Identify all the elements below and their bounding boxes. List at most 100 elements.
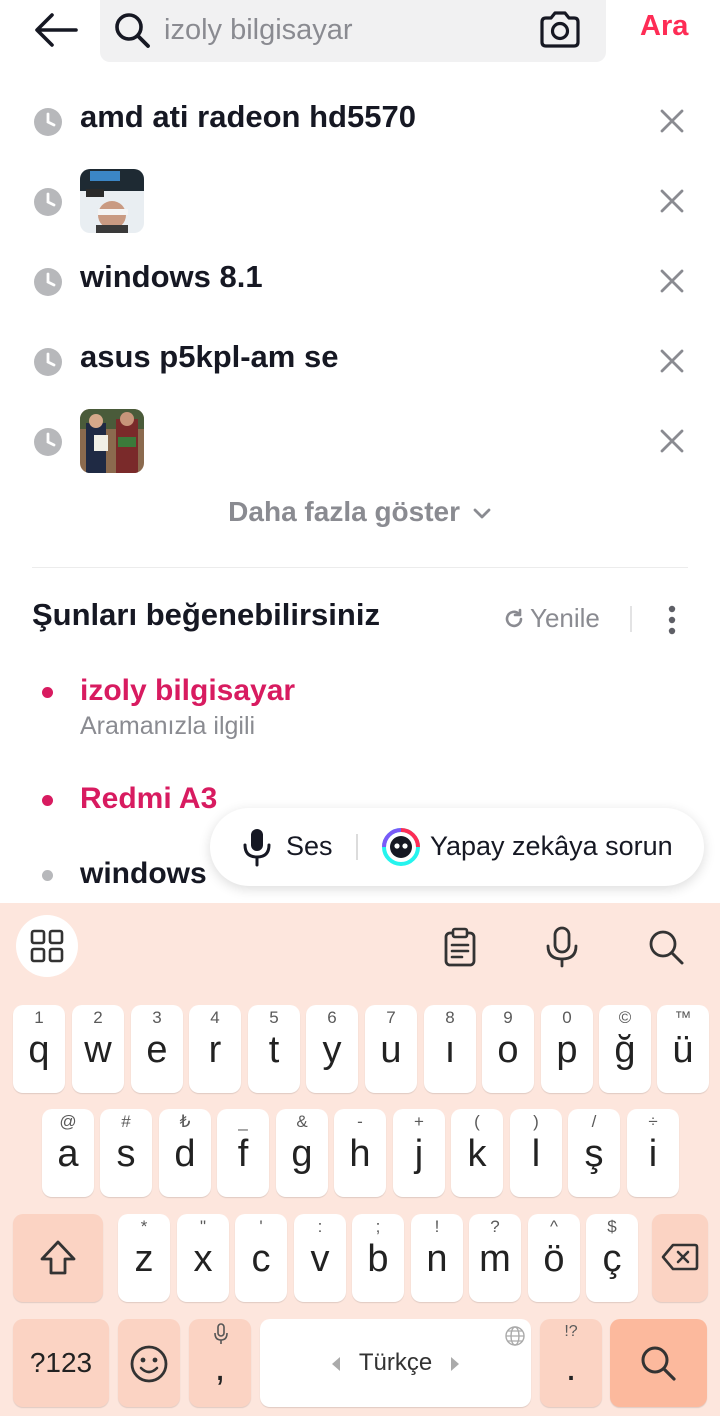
clock-icon <box>34 428 62 456</box>
separator <box>356 834 358 860</box>
camera-search-icon[interactable] <box>536 8 584 52</box>
history-item[interactable] <box>0 165 720 237</box>
search-submit-button[interactable]: Ara <box>640 10 688 43</box>
bullet-dot <box>42 795 53 806</box>
key-j[interactable]: + j <box>393 1109 445 1197</box>
refresh-label: Yenile <box>530 603 600 633</box>
close-icon[interactable] <box>656 345 688 377</box>
history-item[interactable] <box>0 405 720 477</box>
key-l[interactable]: ) l <box>510 1109 562 1197</box>
history-item-label: asus p5kpl-am se <box>80 339 339 374</box>
key-o-umlaut[interactable]: ^ ö <box>528 1214 580 1302</box>
key-g-breve[interactable]: © ğ <box>599 1005 651 1093</box>
key-u[interactable]: 7u <box>365 1005 417 1093</box>
suggestion-label: windows <box>80 857 207 890</box>
key-c-cedilla[interactable]: $ ç <box>586 1214 638 1302</box>
back-button[interactable] <box>28 8 84 52</box>
key-t[interactable]: 5t <box>248 1005 300 1093</box>
key-z[interactable]: * z <box>118 1214 170 1302</box>
suggestion-subtitle: Aramanızla ilgili <box>80 712 256 740</box>
history-item[interactable]: windows 8.1 <box>0 245 720 317</box>
backspace-icon <box>661 1243 699 1271</box>
key-w[interactable]: 2w <box>72 1005 124 1093</box>
key-i[interactable]: ÷ i <box>627 1109 679 1197</box>
history-item[interactable]: amd ati radeon hd5570 <box>0 85 720 157</box>
search-bar[interactable] <box>100 0 606 62</box>
space-key[interactable]: Türkçe <box>260 1319 531 1407</box>
more-options-icon[interactable] <box>656 602 688 638</box>
key-x[interactable]: " x <box>177 1214 229 1302</box>
close-icon[interactable] <box>656 185 688 217</box>
history-item-label: amd ati radeon hd5570 <box>80 99 416 134</box>
search-input[interactable] <box>164 8 524 52</box>
space-key-label: Türkçe <box>358 1349 433 1376</box>
bullet-dot <box>42 687 53 698</box>
clock-icon <box>34 188 62 216</box>
key-q[interactable]: 1q <box>13 1005 65 1093</box>
microphone-icon[interactable] <box>240 827 274 867</box>
divider <box>32 567 688 568</box>
keyboard-search-icon[interactable] <box>646 927 686 967</box>
close-icon[interactable] <box>656 105 688 137</box>
voice-search-button[interactable]: Ses <box>286 831 333 862</box>
back-arrow-icon <box>35 13 78 47</box>
key-n[interactable]: ! n <box>411 1214 463 1302</box>
grid-icon <box>30 929 64 963</box>
close-icon[interactable] <box>656 265 688 297</box>
key-o[interactable]: 9o <box>482 1005 534 1093</box>
key-s-cedilla[interactable]: / ş <box>568 1109 620 1197</box>
key-r[interactable]: 4r <box>189 1005 241 1093</box>
chevron-down-icon <box>473 508 491 519</box>
refresh-icon <box>505 608 523 627</box>
key-s[interactable]: # s <box>100 1109 152 1197</box>
globe-icon <box>505 1326 525 1346</box>
symbols-key[interactable]: ?123 <box>13 1319 109 1407</box>
key-y[interactable]: 6y <box>306 1005 358 1093</box>
ai-assistant-icon[interactable] <box>382 828 420 866</box>
keyboard-search-button[interactable] <box>610 1319 707 1407</box>
ask-ai-button[interactable]: Yapay zekâya sorun <box>430 831 673 862</box>
key-g[interactable]: & g <box>276 1109 328 1197</box>
key-h[interactable]: -h <box>334 1109 386 1197</box>
emoji-icon <box>130 1345 168 1383</box>
key-d[interactable]: ₺ d <box>159 1109 211 1197</box>
close-icon[interactable] <box>656 425 688 457</box>
backspace-key[interactable] <box>652 1214 708 1302</box>
keyboard: 1q 2w 3e 4r 5t 6y 7u 8ı 9o 0p © ğ ™ ü @ a #… <box>0 903 720 1416</box>
key-u-umlaut[interactable]: ™ ü <box>657 1005 709 1093</box>
key-dotless-i[interactable]: 8ı <box>424 1005 476 1093</box>
key-b[interactable]: ; b <box>352 1214 404 1302</box>
key-k[interactable]: (k <box>451 1109 503 1197</box>
suggestion-label: Redmi A3 <box>80 782 218 815</box>
chevron-right-icon <box>451 1357 459 1371</box>
clipboard-icon[interactable] <box>440 927 480 967</box>
clock-icon <box>34 348 62 376</box>
refresh-button[interactable]: Yenile <box>502 603 600 634</box>
key-a[interactable]: @ a <box>42 1109 94 1197</box>
emoji-key[interactable] <box>118 1319 180 1407</box>
key-v[interactable]: :v <box>294 1214 346 1302</box>
shift-icon <box>40 1240 76 1275</box>
suggestions-title: Şunları beğenebilirsiniz <box>32 597 380 632</box>
shift-key[interactable] <box>13 1214 103 1302</box>
history-item-label: windows 8.1 <box>80 259 263 294</box>
assistant-pill: Ses Yapay zekâya sorun <box>210 808 704 886</box>
show-more-button[interactable]: Daha fazla göster <box>0 496 720 528</box>
show-more-label: Daha fazla göster <box>228 496 461 527</box>
search-header: Ara <box>0 0 720 72</box>
key-m[interactable]: ? m <box>469 1214 521 1302</box>
keyboard-apps-button[interactable] <box>16 915 78 977</box>
keyboard-microphone-icon[interactable] <box>542 925 582 969</box>
bullet-dot <box>42 870 53 881</box>
comma-key[interactable]: , <box>189 1319 251 1407</box>
key-f[interactable]: _ f <box>217 1109 269 1197</box>
key-e[interactable]: 3e <box>131 1005 183 1093</box>
key-p[interactable]: 0p <box>541 1005 593 1093</box>
period-key[interactable]: !? . <box>540 1319 602 1407</box>
history-thumbnail <box>80 409 144 473</box>
separator <box>630 606 632 632</box>
history-thumbnail <box>80 169 144 233</box>
key-c[interactable]: ' c <box>235 1214 287 1302</box>
suggestion-label: izoly bilgisayar <box>80 674 296 707</box>
history-item[interactable]: asus p5kpl-am se <box>0 325 720 397</box>
